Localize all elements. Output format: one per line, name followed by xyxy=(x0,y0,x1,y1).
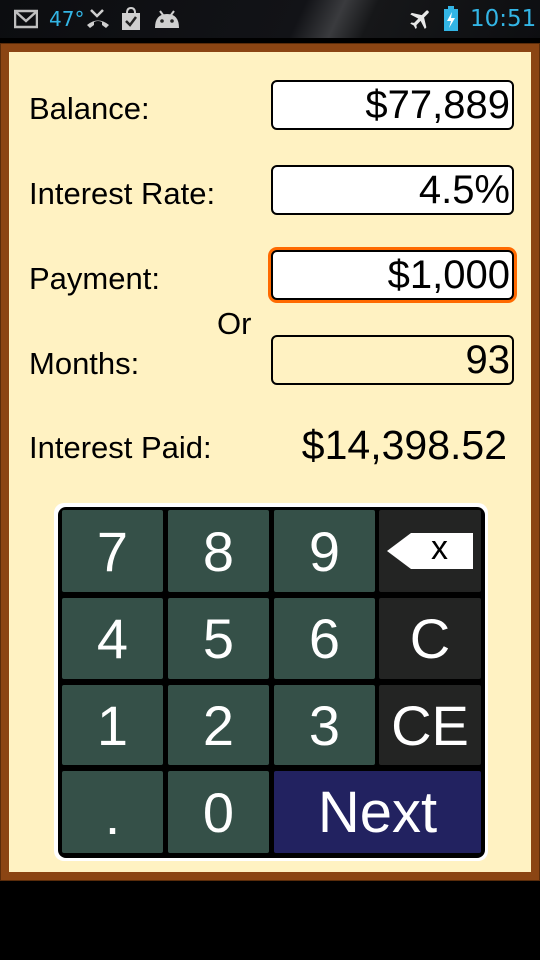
key-0[interactable]: 0 xyxy=(168,771,269,853)
or-label: Or xyxy=(217,306,252,341)
key-1[interactable]: 1 xyxy=(62,685,163,765)
backspace-button[interactable]: x xyxy=(379,510,481,592)
app-frame: Balance: $77,889 Interest Rate: 4.5% Pay… xyxy=(0,43,540,881)
backspace-icon: x xyxy=(387,529,473,569)
airplane-mode-icon xyxy=(408,0,434,38)
key-6[interactable]: 6 xyxy=(274,598,375,679)
months-field[interactable]: 93 xyxy=(271,335,514,385)
interest-paid-label: Interest Paid: xyxy=(29,430,212,465)
status-bar: 47° 10:51 xyxy=(0,0,540,38)
key-5[interactable]: 5 xyxy=(168,598,269,679)
payment-field[interactable]: $1,000 xyxy=(271,250,514,300)
clear-entry-button[interactable]: CE xyxy=(379,685,481,765)
keypad: 7 8 9 x 4 5 6 C 1 2 3 CE . 0 Next xyxy=(58,507,485,858)
keypad-border: 7 8 9 x 4 5 6 C 1 2 3 CE . 0 Next xyxy=(54,503,488,861)
key-7[interactable]: 7 xyxy=(62,510,163,592)
backspace-glyph: x xyxy=(431,529,448,567)
interest-rate-field[interactable]: 4.5% xyxy=(271,165,514,215)
interest-rate-label: Interest Rate: xyxy=(29,176,216,211)
key-8[interactable]: 8 xyxy=(168,510,269,592)
months-label: Months: xyxy=(29,346,140,381)
clock-text: 10:51 xyxy=(470,6,537,32)
payment-label: Payment: xyxy=(29,261,160,296)
key-4[interactable]: 4 xyxy=(62,598,163,679)
interest-paid-value: $14,398.52 xyxy=(301,422,507,468)
key-3[interactable]: 3 xyxy=(274,685,375,765)
clear-button[interactable]: C xyxy=(379,598,481,679)
balance-label: Balance: xyxy=(29,91,150,126)
android-icon xyxy=(153,0,181,38)
battery-charging-icon xyxy=(443,0,459,38)
key-decimal[interactable]: . xyxy=(62,771,163,853)
calculator-panel: Balance: $77,889 Interest Rate: 4.5% Pay… xyxy=(9,52,531,872)
missed-call-icon xyxy=(86,0,110,38)
key-9[interactable]: 9 xyxy=(274,510,375,592)
shopping-bag-check-icon xyxy=(120,0,142,38)
next-button[interactable]: Next xyxy=(274,771,481,853)
temperature-text: 47° xyxy=(49,7,85,31)
key-2[interactable]: 2 xyxy=(168,685,269,765)
balance-field[interactable]: $77,889 xyxy=(271,80,514,130)
gmail-icon xyxy=(14,0,38,38)
